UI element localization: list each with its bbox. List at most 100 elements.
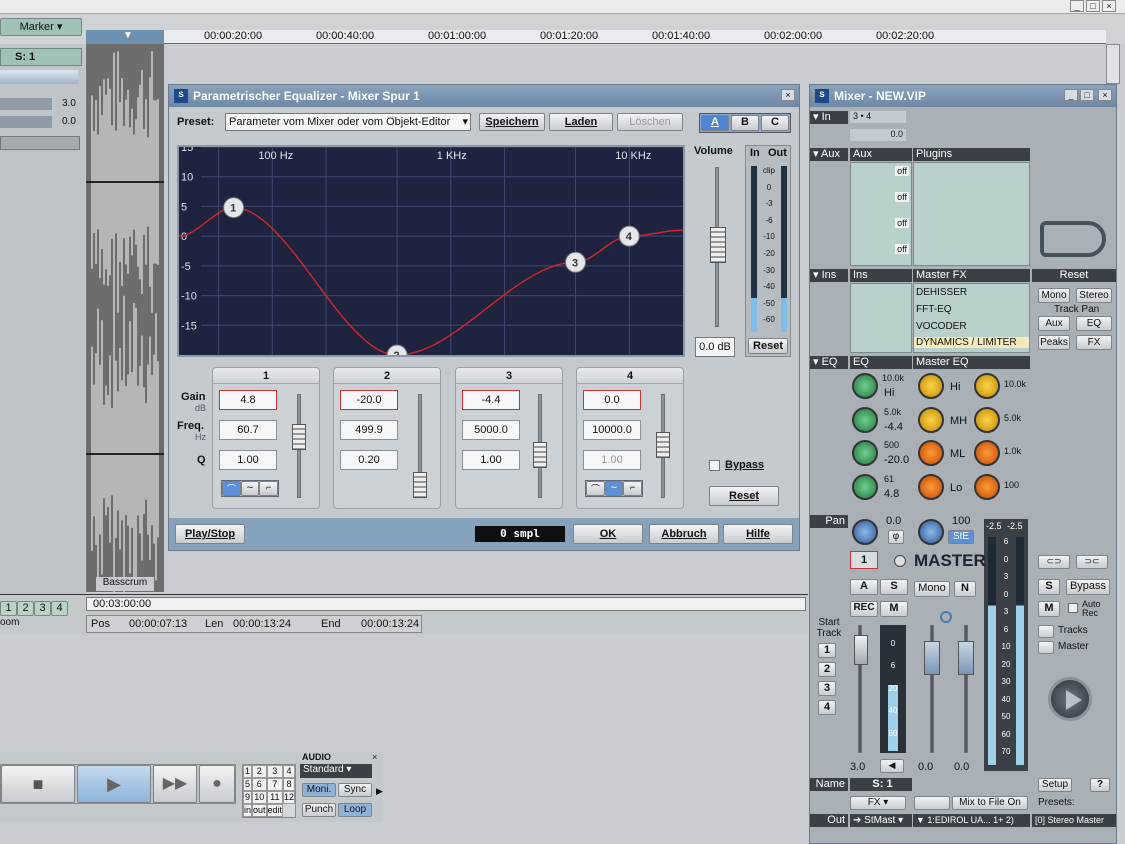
mixer-reset-button[interactable]: Reset	[1032, 269, 1116, 282]
master-eq-mh-freq-knob[interactable]	[974, 407, 1000, 433]
peaks-button[interactable]: Peaks	[1038, 335, 1070, 350]
maximize-icon[interactable]: □	[1086, 0, 1100, 12]
band-3-gain-handle[interactable]	[533, 442, 547, 468]
cancel-button[interactable]: Abbruch	[649, 524, 719, 544]
zoom-3-button[interactable]: 3	[34, 601, 51, 616]
delete-button[interactable]: Löschen	[617, 113, 683, 131]
rec-button[interactable]: REC	[850, 601, 878, 617]
master-fx-item[interactable]: DYNAMICS / LIMITER	[914, 337, 1029, 348]
aux-button[interactable]: Aux	[1038, 316, 1070, 331]
save-button[interactable]: Speichern	[479, 113, 545, 131]
track-pan-slider[interactable]	[0, 98, 52, 110]
band-1-freq-field[interactable]: 60.7	[219, 420, 277, 440]
playhead-icon[interactable]: ▼	[123, 30, 133, 41]
preset-c-button[interactable]: C	[761, 115, 789, 131]
aux-send-4[interactable]: off	[895, 244, 909, 254]
stop-icon[interactable]: ■	[1, 765, 75, 803]
help-button[interactable]: Hilfe	[723, 524, 793, 544]
track-eq-ml-knob[interactable]	[852, 440, 878, 466]
meter-reset-button[interactable]: Reset	[748, 338, 788, 354]
band-1-gain-handle[interactable]	[292, 424, 306, 450]
volume-slider-handle[interactable]	[710, 227, 726, 263]
aux-send-3[interactable]: off	[895, 218, 909, 228]
band-1-gain-field[interactable]: 4.8	[219, 390, 277, 410]
marker-grid-cell[interactable]: 7	[266, 778, 284, 791]
start-track-2-button[interactable]: 2	[818, 662, 836, 677]
track-volume-slider[interactable]	[0, 70, 78, 84]
automation-button[interactable]: A	[850, 579, 878, 595]
minimize-icon[interactable]: _	[1070, 0, 1084, 12]
marker-grid-cell[interactable]: 1	[243, 765, 253, 778]
stereo-button[interactable]: Stereo	[1076, 288, 1112, 303]
band-3-gain-field[interactable]: -4.4	[462, 390, 520, 410]
master-n-button[interactable]: N	[954, 581, 976, 597]
master-eq-mh-knob[interactable]	[918, 407, 944, 433]
master-mute-button[interactable]: M	[1038, 601, 1060, 617]
master-solo-button[interactable]: S	[1038, 579, 1060, 595]
marker-grid-cell[interactable]: 3	[266, 765, 284, 778]
stereo-enhancer-button[interactable]: StE	[948, 530, 974, 544]
peak-filter-icon[interactable]: ∼	[604, 481, 624, 496]
master-eq-ml-knob[interactable]	[918, 440, 944, 466]
unlink-icon[interactable]: ⊃⊂	[1076, 555, 1108, 569]
pos-value[interactable]: 00:00:07:13	[129, 618, 187, 630]
input-route[interactable]: 3 • 4	[850, 111, 906, 123]
eq-curve-plot[interactable]: 15 10 5 0 -5 -10 -15 100 Hz 1 KHz 10 KHz 1 2 3 4	[177, 142, 685, 366]
channel-fx-dropdown[interactable]: FX ▾	[850, 796, 906, 810]
band-2-gain-field[interactable]: -20.0	[340, 390, 398, 410]
master-fx-item[interactable]: FFT-EQ	[916, 304, 952, 315]
track-eq-hi-knob[interactable]	[852, 373, 878, 399]
mode-dropdown[interactable]: Standard ▾	[300, 764, 372, 778]
master-bypass-button[interactable]: Bypass	[1066, 579, 1110, 595]
mixer-help-button[interactable]: ?	[1090, 778, 1110, 792]
volume-value[interactable]: 0.0 dB	[695, 337, 735, 357]
band-3-q-field[interactable]: 1.00	[462, 450, 520, 470]
zoom-2-button[interactable]: 2	[17, 601, 34, 616]
preset-dropdown[interactable]: Parameter vom Mixer oder vom Objekt-Edit…	[225, 113, 471, 131]
master-pan-knob[interactable]	[918, 519, 944, 545]
auto-rec-checkbox[interactable]	[1068, 603, 1078, 613]
len-value[interactable]: 00:00:13:24	[233, 618, 291, 630]
eq-button[interactable]: EQ	[1076, 316, 1112, 331]
record-icon[interactable]: ●	[199, 765, 235, 803]
marker-grid-cell[interactable]: 9	[243, 791, 253, 804]
mixer-minimize-icon[interactable]: _	[1064, 89, 1078, 101]
start-track-3-button[interactable]: 3	[818, 681, 836, 696]
mixer-close-icon[interactable]: ×	[1098, 89, 1112, 101]
track-eq-lo-knob[interactable]	[852, 474, 878, 500]
timeline-overview[interactable]: 00:03:00:00	[86, 597, 806, 611]
band-2-q-field[interactable]: 0.20	[340, 450, 398, 470]
monitor-button[interactable]: Moni.	[302, 783, 336, 797]
track-fx-dropdown[interactable]	[0, 136, 80, 150]
output-route[interactable]: ➔ StMast ▾	[850, 814, 912, 827]
record-arm-icon[interactable]	[894, 555, 906, 567]
master-eq-lo-freq-knob[interactable]	[974, 474, 1000, 500]
output-device[interactable]: ▼ 1:EDIROL UA... 1+ 2)	[913, 814, 1030, 827]
master-fx-item[interactable]: VOCODER	[916, 321, 967, 332]
end-value[interactable]: 00:00:13:24	[361, 618, 419, 630]
arrange-scrollbar[interactable]	[1106, 44, 1120, 84]
marker-grid-cell[interactable]: 2	[252, 765, 267, 778]
marker-button[interactable]: Marker ▾	[0, 18, 82, 36]
marker-grid-cell[interactable]: 6	[252, 778, 267, 791]
aux-section-header[interactable]: ▾ Aux	[810, 148, 848, 161]
highshelf-filter-icon[interactable]: ⌐	[623, 481, 643, 496]
bypass-checkbox[interactable]	[709, 460, 720, 471]
speaker-icon[interactable]: ◀	[880, 759, 904, 773]
ins-section-header[interactable]: ▾ Ins	[810, 269, 848, 282]
zoom-1-button[interactable]: 1	[0, 601, 17, 616]
audio-clip[interactable]: Basscrum	[86, 44, 164, 592]
in-section-header[interactable]: ▾ In	[810, 111, 848, 124]
track-eq-mh-knob[interactable]	[852, 407, 878, 433]
band-1-q-field[interactable]: 1.00	[219, 450, 277, 470]
tracks-toggle[interactable]	[1038, 625, 1054, 638]
highshelf-filter-icon[interactable]: ⌐	[259, 481, 279, 496]
eq-section-header[interactable]: ▾ EQ	[810, 356, 848, 369]
transport-close-icon[interactable]: ×	[372, 752, 377, 762]
setup-button[interactable]: Setup	[1038, 778, 1072, 792]
time-ruler[interactable]: ▼ 00:00:20:00 00:00:40:00 00:01:00:00 00…	[86, 30, 1106, 44]
preset-a-button[interactable]: A	[701, 115, 729, 131]
band-3-freq-field[interactable]: 5000.0	[462, 420, 520, 440]
track-fader-handle[interactable]	[854, 635, 868, 665]
lowshelf-filter-icon[interactable]: ⌒	[586, 481, 605, 496]
